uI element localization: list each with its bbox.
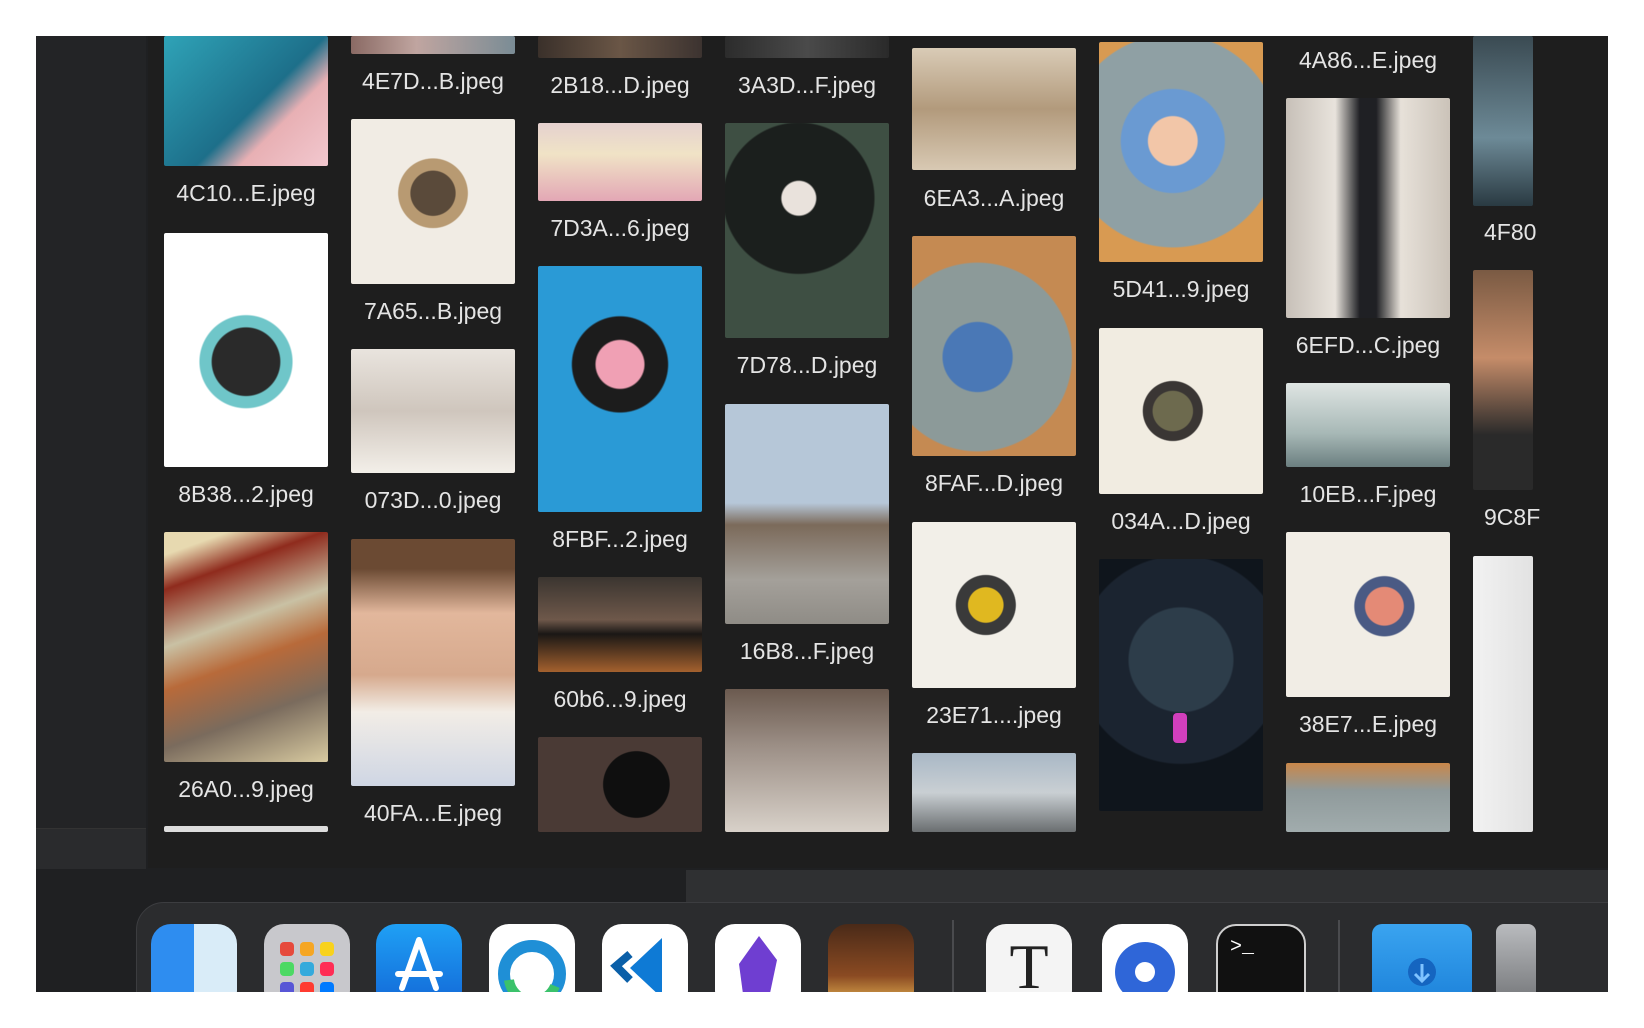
file-name[interactable]: 073D...0.jpeg (333, 487, 533, 514)
file-name[interactable]: 2B18...D.jpeg (520, 72, 720, 99)
thumbnail-partial[interactable] (1473, 556, 1533, 832)
vscode-icon[interactable] (602, 924, 688, 992)
thumbnail-accent (1173, 713, 1187, 743)
thumbnail-10eb[interactable] (1286, 383, 1450, 467)
launchpad-icon[interactable] (264, 924, 350, 992)
thumbnail-23e71[interactable] (912, 522, 1076, 688)
thumbnail-034a[interactable] (1099, 328, 1263, 494)
file-name[interactable]: 16B8...F.jpeg (707, 638, 907, 665)
thumbnail-8faf[interactable] (912, 236, 1076, 456)
photo-grid: 4C10...E.jpeg 8B38...2.jpeg 26A0...9.jpe… (148, 36, 1608, 868)
orange-app-icon[interactable] (828, 924, 914, 992)
thumbnail-dark-tower[interactable] (1099, 559, 1263, 811)
file-name[interactable]: 9C8F (1484, 504, 1544, 531)
sidebar (36, 36, 146, 868)
thumbnail-40fa[interactable] (351, 539, 515, 786)
thumbnail-partial[interactable] (164, 826, 328, 832)
dock-separator (1338, 920, 1340, 992)
thumbnail-60b6[interactable] (538, 577, 702, 672)
file-name[interactable]: 8FAF...D.jpeg (894, 470, 1094, 497)
trash-icon[interactable] (1496, 924, 1536, 992)
file-name[interactable]: 6EFD...C.jpeg (1268, 332, 1468, 359)
file-name[interactable]: 6EA3...A.jpeg (894, 185, 1094, 212)
launchpad-grid (280, 942, 334, 992)
terminal-glyph: >_ (1230, 936, 1255, 959)
file-name[interactable]: 4E7D...B.jpeg (333, 68, 533, 95)
file-name[interactable]: 4C10...E.jpeg (148, 180, 346, 207)
thumbnail-8b38[interactable] (164, 233, 328, 467)
app-store-icon[interactable] (376, 924, 462, 992)
finder-icon[interactable] (151, 924, 237, 992)
obsidian-icon[interactable] (715, 924, 801, 992)
dock-separator (952, 920, 954, 992)
thumbnail-partial[interactable] (1473, 270, 1533, 490)
thumbnail-4e7d[interactable] (351, 36, 515, 54)
typora-glyph: T (1009, 931, 1049, 992)
file-name[interactable]: 26A0...9.jpeg (148, 776, 346, 803)
thumbnail-5d41[interactable] (1099, 42, 1263, 262)
dock-shadow (686, 870, 1608, 902)
thumbnail-6ea3[interactable] (912, 48, 1076, 170)
file-name[interactable]: 40FA...E.jpeg (333, 800, 533, 827)
file-name[interactable]: 23E71....jpeg (894, 702, 1094, 729)
file-name[interactable]: 4F80 (1484, 219, 1544, 246)
vscode-glyph (610, 938, 662, 992)
typora-icon[interactable]: T (986, 924, 1072, 992)
file-name[interactable]: 7D3A...6.jpeg (520, 215, 720, 242)
thumbnail-3a3d[interactable] (725, 36, 889, 58)
thumbnail-16b8[interactable] (725, 404, 889, 624)
edge-icon[interactable] (489, 924, 575, 992)
file-name[interactable]: 60b6...9.jpeg (520, 686, 720, 713)
edge-glyph (498, 940, 566, 992)
thumbnail-2b18[interactable] (538, 36, 702, 58)
file-name[interactable]: 8B38...2.jpeg (148, 481, 346, 508)
disk-utility-icon[interactable] (1102, 924, 1188, 992)
thumbnail-partial[interactable] (1473, 36, 1533, 206)
disk-glyph (1115, 942, 1175, 992)
thumbnail-4c10[interactable] (164, 36, 328, 166)
obsidian-glyph (739, 936, 777, 992)
screen: 4C10...E.jpeg 8B38...2.jpeg 26A0...9.jpe… (36, 36, 1608, 992)
file-name[interactable]: 7A65...B.jpeg (333, 298, 533, 325)
file-name[interactable]: 4A86...E.jpeg (1268, 47, 1468, 74)
file-name[interactable]: 38E7...E.jpeg (1268, 711, 1468, 738)
thumbnail-7a65[interactable] (351, 119, 515, 284)
thumbnail-26a0[interactable] (164, 532, 328, 762)
file-name[interactable]: 3A3D...F.jpeg (707, 72, 907, 99)
thumbnail-8fbf[interactable] (538, 266, 702, 512)
sidebar-footer (36, 828, 146, 869)
thumbnail-partial[interactable] (1286, 763, 1450, 832)
thumbnail-partial[interactable] (538, 737, 702, 832)
file-name[interactable]: 10EB...F.jpeg (1268, 481, 1468, 508)
file-name[interactable]: 034A...D.jpeg (1081, 508, 1281, 535)
thumbnail-7d3a[interactable] (538, 123, 702, 201)
thumbnail-7d78[interactable] (725, 123, 889, 338)
file-name[interactable]: 5D41...9.jpeg (1081, 276, 1281, 303)
downloads-folder-icon[interactable] (1372, 924, 1472, 992)
file-name[interactable]: 8FBF...2.jpeg (520, 526, 720, 553)
thumbnail-38e7[interactable] (1286, 532, 1450, 697)
thumbnail-partial[interactable] (725, 689, 889, 832)
thumbnail-partial[interactable] (912, 753, 1076, 832)
app-store-glyph (395, 937, 443, 991)
thumbnail-6efd[interactable] (1286, 98, 1450, 318)
file-name[interactable]: 7D78...D.jpeg (707, 352, 907, 379)
thumbnail-073d[interactable] (351, 349, 515, 473)
terminal-icon[interactable]: >_ (1216, 924, 1306, 992)
download-arrow (1408, 958, 1436, 986)
